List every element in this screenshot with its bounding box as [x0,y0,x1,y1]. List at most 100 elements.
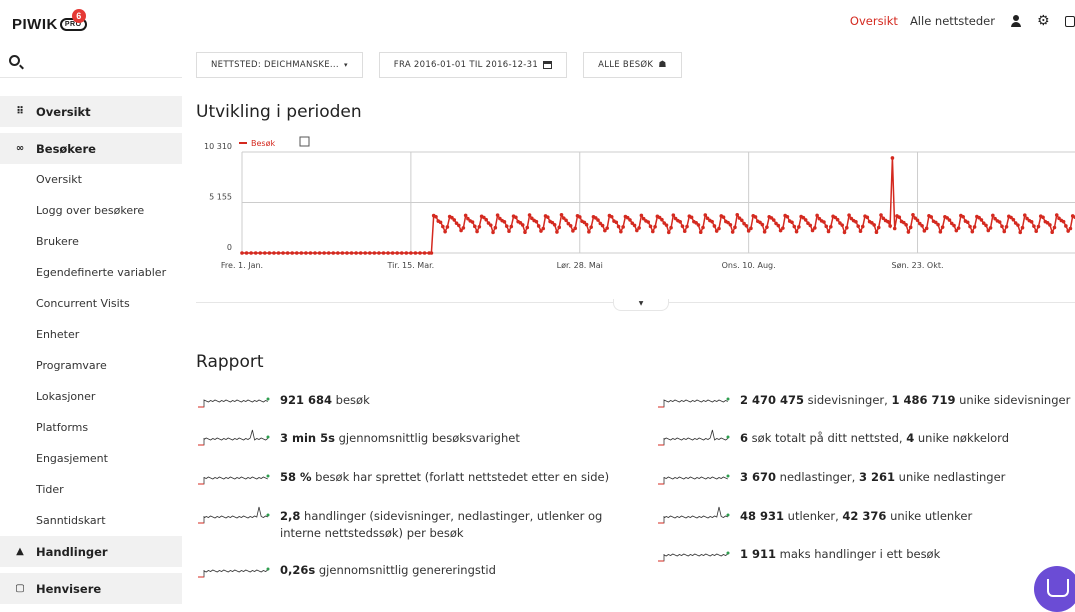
sidebar-item-locations[interactable]: Lokasjoner [0,381,182,412]
nav-all-sites-link[interactable]: Alle nettsteder [910,14,995,28]
data-point [331,251,336,255]
user-icon[interactable] [1009,14,1023,28]
data-point [908,225,913,230]
top-nav: Oversikt Alle nettsteder ⚙ [838,14,1075,28]
sidebar-item-users[interactable]: Brukere [0,226,182,257]
data-point [619,229,623,234]
report-row[interactable]: 58 % besøk har sprettet (forlatt nettste… [196,469,636,487]
report-text: 2 470 475 sidevisninger, 1 486 719 unike… [740,392,1070,409]
data-point [429,251,434,255]
sidebar-item-software[interactable]: Programvare [0,350,182,381]
report-row[interactable]: 1 911 maks handlinger i ett besøk [656,546,1075,564]
sidebar-search[interactable] [0,48,182,78]
sparkline-container[interactable] [656,426,734,448]
sparkline-container[interactable] [656,388,734,410]
sparkline-container[interactable] [656,465,734,487]
report-row[interactable]: 6 søk totalt på ditt nettsted, 4 unike n… [656,429,1075,448]
data-point [920,223,924,228]
data-point [776,223,781,228]
evolution-chart[interactable]: 10 310 5 155 0 Fre. 1. Jan. Tir. 15. Mar. Lør… [196,135,1075,275]
data-point [965,220,970,225]
sparkline [658,506,730,524]
report-row[interactable]: 0,26s gjennomsnittlig genereringstid [196,562,636,580]
sidebar-item-realtime-map[interactable]: Sanntidskart [0,505,182,536]
report-row[interactable]: 48 931 utlenker, 42 376 unike utlenker [656,506,1075,526]
collapse-toggle[interactable]: ▼ [613,299,669,311]
x-tick-label: Lør. 28. Mai [557,261,603,270]
sidebar-item-overview[interactable]: Oversikt [0,164,182,195]
data-point [584,222,589,227]
binoculars-icon: ∞ [15,143,25,154]
sidebar: ⠿ Oversikt ∞ Besøkere Oversikt Logg over… [0,48,182,607]
notification-badge[interactable]: 6 [72,9,86,23]
report-label: gjennomsnittlig genereringstid [315,563,496,577]
evolution-title: Utvikling i perioden [196,102,362,122]
sparkline-container[interactable] [196,426,274,448]
report-row[interactable]: 2,8 handlinger (sidevisninger, nedlastin… [196,506,636,542]
sparkline-container[interactable] [196,558,274,580]
period-selector[interactable]: FRA 2016-01-01 TIL 2016-12-31 [378,52,568,78]
data-point [735,212,740,217]
report-row[interactable]: 921 684 besøk [196,392,636,410]
data-point [808,223,813,228]
sparkline-container[interactable] [656,542,734,564]
piwik-pro-logo[interactable]: PIWIK PRO 6 [12,9,87,33]
data-point [240,251,244,255]
sparkline-path [658,429,729,446]
data-point [317,251,322,255]
data-point [546,215,550,219]
sidebar-section-referrers[interactable]: ▢ Henvisere [0,573,182,604]
data-point [874,230,879,235]
data-point [587,230,591,234]
data-point [457,223,461,228]
report-label: gjennomsnittlig besøksvarighet [334,431,520,445]
data-point [653,224,657,229]
sparkline-end-marker [266,474,270,478]
sparkline-container[interactable] [656,504,734,526]
report-row[interactable]: 3 670 nedlastinger, 3 261 unike nedlasti… [656,469,1075,487]
data-point [906,230,911,234]
sidebar-item-concurrent-visits[interactable]: Concurrent Visits [0,288,182,319]
report-row[interactable]: 2 470 475 sidevisninger, 1 486 719 unike… [656,392,1075,410]
sparkline-container[interactable] [196,504,274,526]
sparkline [198,567,270,578]
data-point [1064,224,1068,228]
sparkline-container[interactable] [196,388,274,410]
sidebar-item-custom-variables[interactable]: Egendefinerte variabler [0,257,182,288]
sidebar-item-engagement[interactable]: Engasjement [0,443,182,474]
gear-icon[interactable]: ⚙ [1037,14,1051,28]
sidebar-item-visitor-log[interactable]: Logg over besøkere [0,195,182,226]
data-point [502,220,507,224]
segment-selector[interactable]: ALLE BESØK ☗ [583,52,682,78]
data-point [879,213,883,217]
sparkline-container[interactable] [196,465,274,487]
site-selector[interactable]: NETTSTED: DEICHMANSKE... ▾ [196,52,363,78]
report-text: 58 % besøk har sprettet (forlatt nettste… [280,469,609,486]
data-point [717,226,721,231]
sidebar-item-platforms[interactable]: Platforms [0,412,182,443]
data-point [573,226,577,231]
sparkline-end-marker [266,513,270,517]
data-point [1000,224,1004,229]
report-value: 1 911 [740,547,777,561]
logout-icon[interactable] [1065,15,1075,27]
search-icon[interactable] [9,55,20,66]
report-label: maks handlinger i ett besøk [776,547,941,561]
sidebar-item-times[interactable]: Tider [0,474,182,505]
sidebar-item-devices[interactable]: Enheter [0,319,182,350]
data-point [445,225,450,229]
report-label: søk totalt på ditt nettsted, [748,431,907,445]
data-point [326,251,331,255]
sidebar-section-visitors[interactable]: ∞ Besøkere [0,133,182,164]
data-point [710,219,714,224]
sidebar-section-overview[interactable]: ⠿ Oversikt [0,96,182,127]
data-point [564,218,568,223]
window-icon: ▢ [15,583,25,594]
data-point [477,224,482,229]
data-point [842,230,847,235]
report-row[interactable]: 3 min 5s gjennomsnittlig besøksvarighet [196,429,636,448]
chat-button[interactable] [1034,566,1075,612]
sidebar-section-actions[interactable]: ▲ Handlinger [0,536,182,567]
nav-overview-link[interactable]: Oversikt [850,14,898,28]
data-point [345,251,349,255]
